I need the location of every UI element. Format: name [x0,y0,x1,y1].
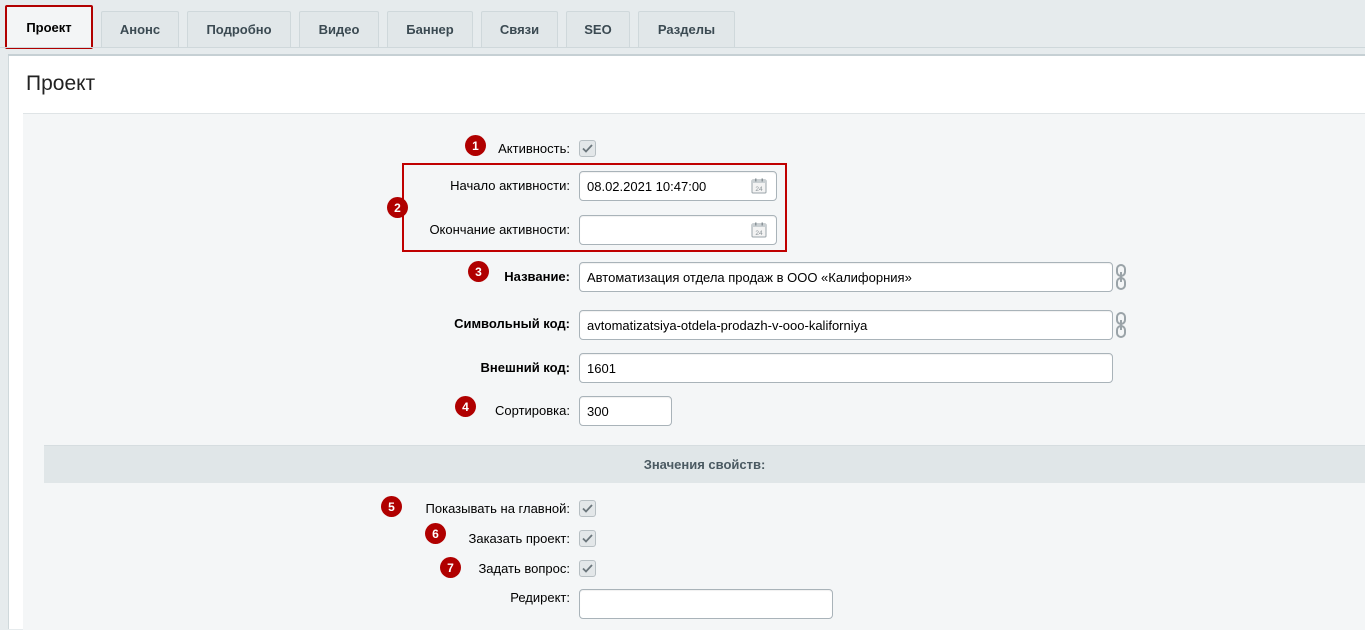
tab-bar-divider [0,47,1365,48]
annotation-marker-1: 1 [465,135,486,156]
show-main-label: Показывать на главной: [425,501,570,516]
active-label: Активность: [498,141,570,156]
active-from-value: 08.02.2021 10:47:00 [587,178,707,194]
redirect-input[interactable] [579,589,833,619]
xml-id-label: Внешний код: [480,360,570,375]
tab-bar: Проект Анонс Подробно Видео Баннер Связи… [0,0,1365,56]
tab-sections[interactable]: Разделы [638,11,735,47]
tab-links[interactable]: Связи [481,11,558,47]
annotation-marker-5: 5 [381,496,402,517]
annotation-marker-4: 4 [455,396,476,417]
calendar-icon[interactable]: 24 [751,222,767,241]
svg-text:24: 24 [755,230,763,237]
sort-label: Сортировка: [495,403,570,418]
chain-link-icon[interactable] [1115,312,1127,341]
chain-link-icon[interactable] [1115,264,1127,293]
checkmark-icon [582,504,593,513]
redirect-label: Редирект: [510,590,570,605]
active-to-label: Окончание активности: [429,222,570,237]
sort-value: 300 [587,403,609,419]
order-project-checkbox[interactable] [579,530,596,547]
code-label: Символьный код: [454,316,570,331]
tab-announce[interactable]: Анонс [101,11,179,47]
checkmark-icon [582,534,593,543]
calendar-icon[interactable]: 24 [751,178,767,197]
xml-id-input[interactable]: 1601 [579,353,1113,383]
code-value: avtomatizatsiya-otdela-prodazh-v-ooo-kal… [587,317,868,333]
name-value: Автоматизация отдела продаж в ООО «Калиф… [587,269,912,285]
name-input[interactable]: Автоматизация отдела продаж в ООО «Калиф… [579,262,1113,292]
tab-banner[interactable]: Баннер [387,11,473,47]
ask-question-label: Задать вопрос: [478,561,570,576]
annotation-marker-2: 2 [387,197,408,218]
active-to-input[interactable]: 24 [579,215,777,245]
active-checkbox[interactable] [579,140,596,157]
tab-project[interactable]: Проект [5,5,93,49]
annotation-marker-3: 3 [468,261,489,282]
annotation-marker-7: 7 [440,557,461,578]
properties-section-header: Значения свойств: [44,445,1365,483]
svg-text:24: 24 [755,186,763,193]
ask-question-checkbox[interactable] [579,560,596,577]
show-main-checkbox[interactable] [579,500,596,517]
checkmark-icon [582,564,593,573]
name-label: Название: [504,269,570,284]
annotation-marker-6: 6 [425,523,446,544]
code-input[interactable]: avtomatizatsiya-otdela-prodazh-v-ooo-kal… [579,310,1113,340]
active-from-label: Начало активности: [450,178,570,193]
order-project-label: Заказать проект: [468,531,570,546]
checkmark-icon [582,144,593,153]
edit-panel: Проект [8,56,1365,630]
active-from-input[interactable]: 08.02.2021 10:47:00 24 [579,171,777,201]
xml-id-value: 1601 [587,360,616,376]
tab-video[interactable]: Видео [299,11,379,47]
tab-details[interactable]: Подробно [187,11,291,47]
sort-input[interactable]: 300 [579,396,672,426]
page-title: Проект [26,72,96,95]
tab-seo[interactable]: SEO [566,11,630,47]
